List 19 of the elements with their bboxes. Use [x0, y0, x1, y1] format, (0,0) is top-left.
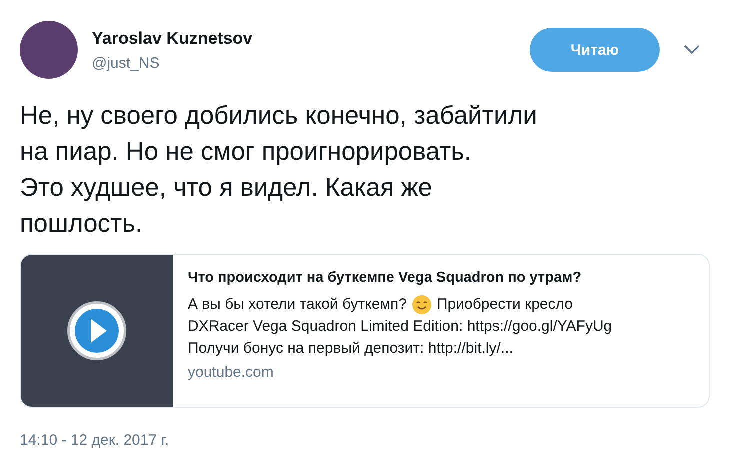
tweet-text-line: Не, ну своего добились конечно, забайтили	[20, 101, 538, 132]
video-thumbnail[interactable]	[21, 255, 173, 407]
tweet-timestamp[interactable]: 14:10 - 12 дек. 2017 г.	[20, 432, 170, 449]
card-description: Приобрести кресло	[436, 295, 574, 315]
card-domain: youtube.com	[188, 364, 274, 381]
follow-button[interactable]: Читаю	[530, 28, 660, 72]
link-card[interactable]	[20, 254, 710, 408]
card-description: А вы бы хотели такой буткемп?	[188, 295, 407, 315]
card-description: DXRacer Vega Squadron Limited Edition: https://goo.gl/YAFyUg	[188, 317, 612, 337]
author-name[interactable]: Yaroslav Kuznetsov	[92, 28, 530, 48]
smiling-face-icon	[412, 295, 432, 315]
chevron-down-icon[interactable]	[684, 45, 700, 55]
author-handle[interactable]: @just_NS	[92, 54, 530, 72]
card-title: Что происходит на буткемпе Vega Squadron по утрам?	[188, 270, 582, 286]
card-description: Получи бонус на первый депозит: http://bit.ly/...	[188, 339, 514, 359]
tweet-text-line: пошлость.	[20, 209, 143, 240]
play-icon[interactable]	[67, 301, 127, 361]
tweet-text-line: на пиар. Но не смог проигнорировать.	[20, 137, 472, 168]
tweet-text-line: Это худшее, что я видел. Какая же	[20, 173, 432, 204]
